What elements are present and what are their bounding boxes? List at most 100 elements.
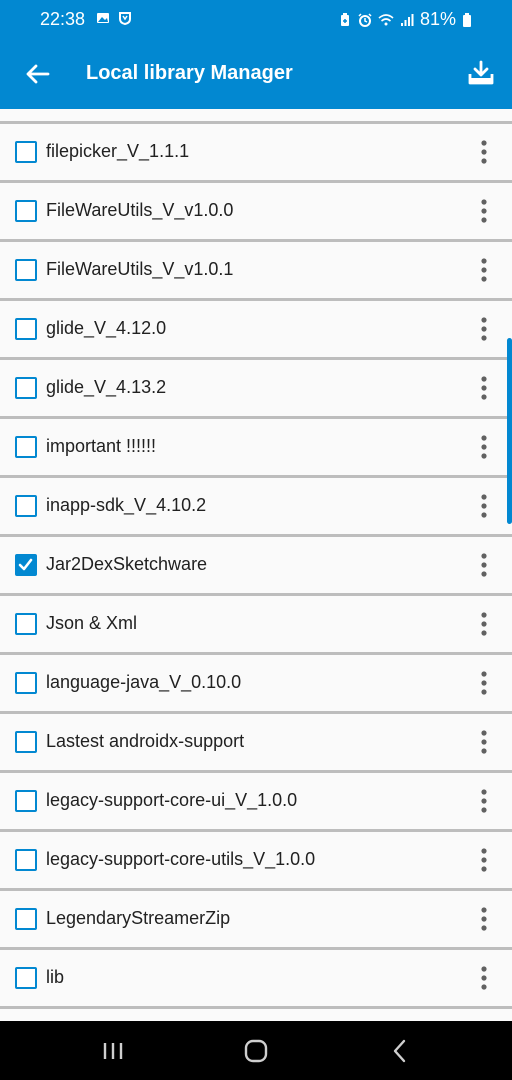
more-options-button[interactable] xyxy=(472,669,496,697)
library-checkbox[interactable] xyxy=(15,967,37,989)
list-item[interactable]: FileWareUtils_V_v1.0.1 xyxy=(0,242,512,301)
recents-button[interactable] xyxy=(98,1037,128,1065)
alarm-icon xyxy=(358,12,372,27)
more-options-button[interactable] xyxy=(472,315,496,343)
more-options-button[interactable] xyxy=(472,374,496,402)
library-checkbox[interactable] xyxy=(15,613,37,635)
library-checkbox[interactable] xyxy=(15,141,37,163)
library-name: glide_V_4.13.2 xyxy=(46,377,167,397)
more-vert-icon xyxy=(481,376,487,400)
list-item[interactable]: legacy-support-core-ui_V_1.0.0 xyxy=(0,773,512,832)
download-icon xyxy=(468,60,494,85)
wifi-icon xyxy=(378,13,394,25)
more-vert-icon xyxy=(481,258,487,282)
battery-saver-icon xyxy=(340,12,349,26)
more-vert-icon xyxy=(481,848,487,872)
list-item[interactable]: LegendaryStreamerZip xyxy=(0,891,512,950)
list-item[interactable]: language-java_V_0.10.0 xyxy=(0,655,512,714)
more-options-button[interactable] xyxy=(472,138,496,166)
library-checkbox[interactable] xyxy=(15,849,37,871)
status-time: 22:38 xyxy=(40,9,86,29)
more-vert-icon xyxy=(481,199,487,223)
status-bar: 22:38 81% xyxy=(0,0,512,40)
list-item[interactable]: Json & Xml xyxy=(0,596,512,655)
shield-icon xyxy=(119,12,131,25)
back-button[interactable] xyxy=(22,58,54,90)
more-options-button[interactable] xyxy=(472,964,496,992)
recents-icon xyxy=(103,1043,123,1059)
more-options-button[interactable] xyxy=(472,492,496,520)
image-icon xyxy=(97,13,109,23)
list-item[interactable]: filepicker_V_1.1.1 xyxy=(0,124,512,183)
library-name: FileWareUtils_V_v1.0.0 xyxy=(46,200,234,220)
more-options-button[interactable] xyxy=(472,551,496,579)
library-checkbox[interactable] xyxy=(15,200,37,222)
check-icon xyxy=(18,558,33,571)
battery-percent: 81% xyxy=(419,9,456,29)
more-vert-icon xyxy=(481,553,487,577)
list-item[interactable]: inapp-sdk_V_4.10.2 xyxy=(0,478,512,537)
more-vert-icon xyxy=(481,730,487,754)
library-checkbox[interactable] xyxy=(15,436,37,458)
library-list[interactable]: filepicker_V_1.1.1 FileWareUtils_V_v1.0.0… xyxy=(0,109,512,1021)
library-name: important !!!!!! xyxy=(46,436,157,456)
list-item[interactable]: glide_V_4.13.2 xyxy=(0,360,512,419)
list-item[interactable]: glide_V_4.12.0 xyxy=(0,301,512,360)
more-options-button[interactable] xyxy=(472,256,496,284)
library-checkbox[interactable] xyxy=(15,790,37,812)
library-checkbox[interactable] xyxy=(15,377,37,399)
more-vert-icon xyxy=(481,907,487,931)
library-checkbox[interactable] xyxy=(15,731,37,753)
more-options-button[interactable] xyxy=(472,610,496,638)
home-icon xyxy=(244,1039,268,1063)
scrollbar[interactable] xyxy=(507,338,512,524)
library-name: filepicker_V_1.1.1 xyxy=(46,141,190,161)
nav-back-button[interactable] xyxy=(385,1037,415,1065)
library-name: inapp-sdk_V_4.10.2 xyxy=(46,495,207,515)
list-item[interactable]: important !!!!!! xyxy=(0,419,512,478)
more-vert-icon xyxy=(481,494,487,518)
more-vert-icon xyxy=(481,140,487,164)
more-vert-icon xyxy=(481,435,487,459)
list-item[interactable]: Jar2DexSketchware xyxy=(0,537,512,596)
more-options-button[interactable] xyxy=(472,846,496,874)
more-vert-icon xyxy=(481,317,487,341)
more-vert-icon xyxy=(481,789,487,813)
list-item[interactable]: Lastest androidx-support xyxy=(0,714,512,773)
home-button[interactable] xyxy=(241,1037,271,1065)
list-item[interactable]: lib xyxy=(0,950,512,1009)
library-name: language-java_V_0.10.0 xyxy=(46,672,242,692)
library-checkbox[interactable] xyxy=(15,495,37,517)
more-options-button[interactable] xyxy=(472,197,496,225)
library-checkbox[interactable] xyxy=(15,672,37,694)
library-name: LegendaryStreamerZip xyxy=(46,908,231,928)
more-options-button[interactable] xyxy=(472,433,496,461)
more-options-button[interactable] xyxy=(472,905,496,933)
list-item[interactable]: FileWareUtils_V_v1.0.0 xyxy=(0,183,512,242)
library-checkbox[interactable] xyxy=(15,259,37,281)
more-vert-icon xyxy=(481,966,487,990)
more-vert-icon xyxy=(481,671,487,695)
library-checkbox[interactable] xyxy=(15,554,37,576)
library-name: lib xyxy=(46,967,65,987)
divider xyxy=(0,1006,512,1009)
battery-icon xyxy=(463,12,471,27)
download-button[interactable] xyxy=(468,60,494,86)
back-arrow-icon xyxy=(26,64,50,84)
library-name: FileWareUtils_V_v1.0.1 xyxy=(46,259,234,279)
library-checkbox[interactable] xyxy=(15,318,37,340)
list-item[interactable]: legacy-support-core-utils_V_1.0.0 xyxy=(0,832,512,891)
more-vert-icon xyxy=(481,612,487,636)
more-options-button[interactable] xyxy=(472,787,496,815)
library-name: legacy-support-core-utils_V_1.0.0 xyxy=(46,849,316,869)
more-options-button[interactable] xyxy=(472,728,496,756)
back-icon xyxy=(393,1039,406,1063)
page-title: Local library Manager xyxy=(86,62,293,84)
signal-icon xyxy=(400,13,414,26)
library-name: legacy-support-core-ui_V_1.0.0 xyxy=(46,790,298,810)
library-name: glide_V_4.12.0 xyxy=(46,318,167,338)
app-bar: Local library Manager xyxy=(0,40,512,109)
library-name: Lastest androidx-support xyxy=(46,731,245,751)
library-checkbox[interactable] xyxy=(15,908,37,930)
library-name: Jar2DexSketchware xyxy=(46,554,208,574)
